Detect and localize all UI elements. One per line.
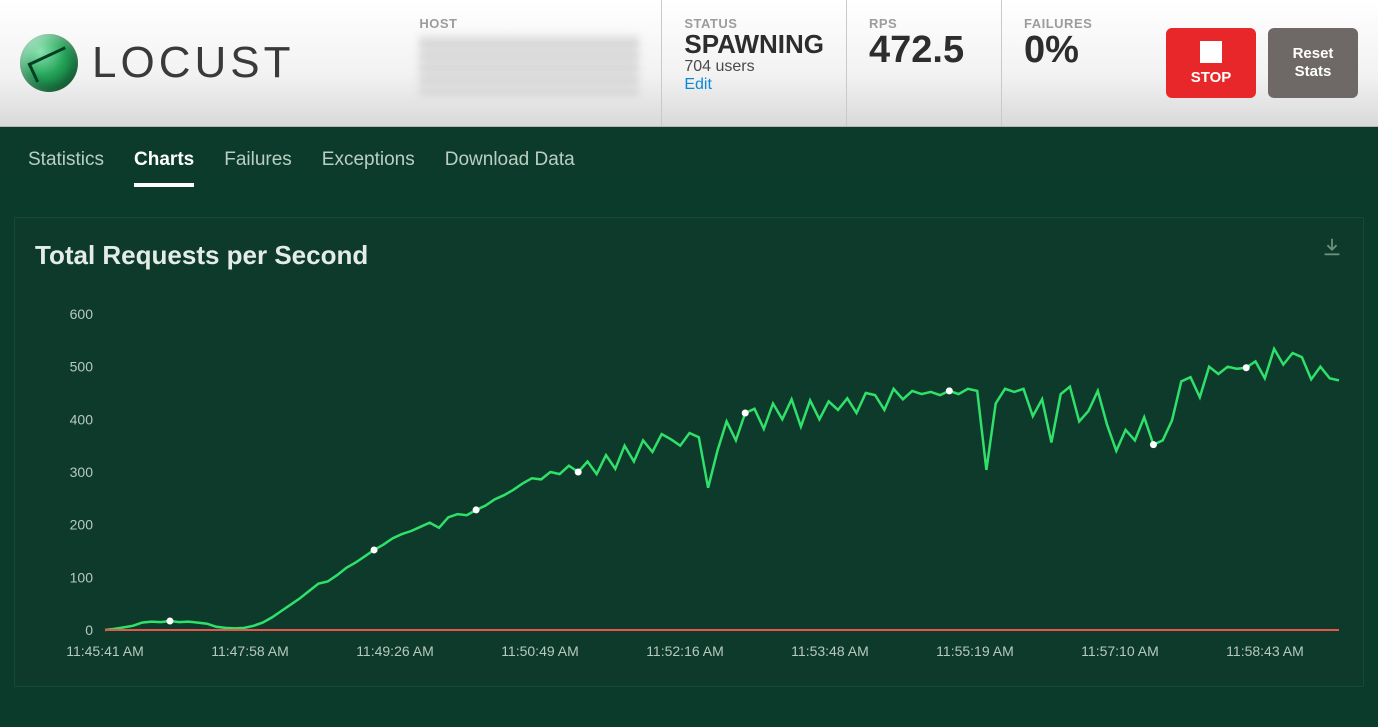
header-buttons: STOP Reset Stats <box>1156 0 1378 126</box>
status-metric: STATUS SPAWNING 704 users Edit <box>661 0 846 126</box>
svg-text:400: 400 <box>70 411 94 427</box>
host-label: HOST <box>419 16 639 31</box>
chart-plot-area[interactable]: 010020030040050060011:45:41 AM11:47:58 A… <box>105 314 1339 630</box>
host-metric: HOST <box>397 0 661 126</box>
svg-text:200: 200 <box>70 517 94 533</box>
edit-link[interactable]: Edit <box>684 76 824 94</box>
svg-text:11:50:49 AM: 11:50:49 AM <box>501 643 579 659</box>
reset-stats-button[interactable]: Reset Stats <box>1268 28 1358 98</box>
logo-block: LOCUST <box>0 0 322 126</box>
svg-text:0: 0 <box>85 622 93 638</box>
tab-exceptions[interactable]: Exceptions <box>322 135 415 187</box>
chart-panel: Total Requests per Second 01002003004005… <box>14 217 1364 687</box>
status-value: SPAWNING <box>684 31 824 58</box>
svg-text:11:55:19 AM: 11:55:19 AM <box>936 643 1014 659</box>
svg-text:11:45:41 AM: 11:45:41 AM <box>66 643 144 659</box>
download-icon[interactable] <box>1321 236 1343 263</box>
nav-tabs: Statistics Charts Failures Exceptions Do… <box>0 127 1378 187</box>
locust-logo-icon <box>20 34 78 92</box>
stop-button-label: STOP <box>1191 69 1232 86</box>
chart-panel-wrap: Total Requests per Second 01002003004005… <box>0 187 1378 701</box>
svg-text:11:58:43 AM: 11:58:43 AM <box>1226 643 1304 659</box>
stop-icon <box>1200 41 1222 63</box>
svg-text:11:47:58 AM: 11:47:58 AM <box>211 643 289 659</box>
svg-text:100: 100 <box>70 569 94 585</box>
tab-statistics[interactable]: Statistics <box>28 135 104 187</box>
app-name: LOCUST <box>92 38 294 88</box>
svg-text:300: 300 <box>70 464 94 480</box>
svg-text:11:57:10 AM: 11:57:10 AM <box>1081 643 1159 659</box>
header-metrics: HOST STATUS SPAWNING 704 users Edit RPS … <box>322 0 1378 126</box>
users-count: 704 users <box>684 58 824 76</box>
tab-failures[interactable]: Failures <box>224 135 292 187</box>
reset-button-label: Reset Stats <box>1293 45 1334 81</box>
tab-charts[interactable]: Charts <box>134 135 194 187</box>
tab-download-data[interactable]: Download Data <box>445 135 575 187</box>
rps-value: 472.5 <box>869 31 979 71</box>
svg-text:11:53:48 AM: 11:53:48 AM <box>791 643 869 659</box>
header-bar: LOCUST HOST STATUS SPAWNING 704 users Ed… <box>0 0 1378 127</box>
host-value-obscured <box>419 35 639 95</box>
chart-title: Total Requests per Second <box>35 240 1343 271</box>
stop-button[interactable]: STOP <box>1166 28 1256 98</box>
failures-metric: FAILURES 0% <box>1001 0 1156 126</box>
svg-text:11:49:26 AM: 11:49:26 AM <box>356 643 434 659</box>
failures-value: 0% <box>1024 31 1134 71</box>
rps-metric: RPS 472.5 <box>846 0 1001 126</box>
svg-text:500: 500 <box>70 359 94 375</box>
svg-text:11:52:16 AM: 11:52:16 AM <box>646 643 724 659</box>
svg-text:600: 600 <box>70 306 94 322</box>
